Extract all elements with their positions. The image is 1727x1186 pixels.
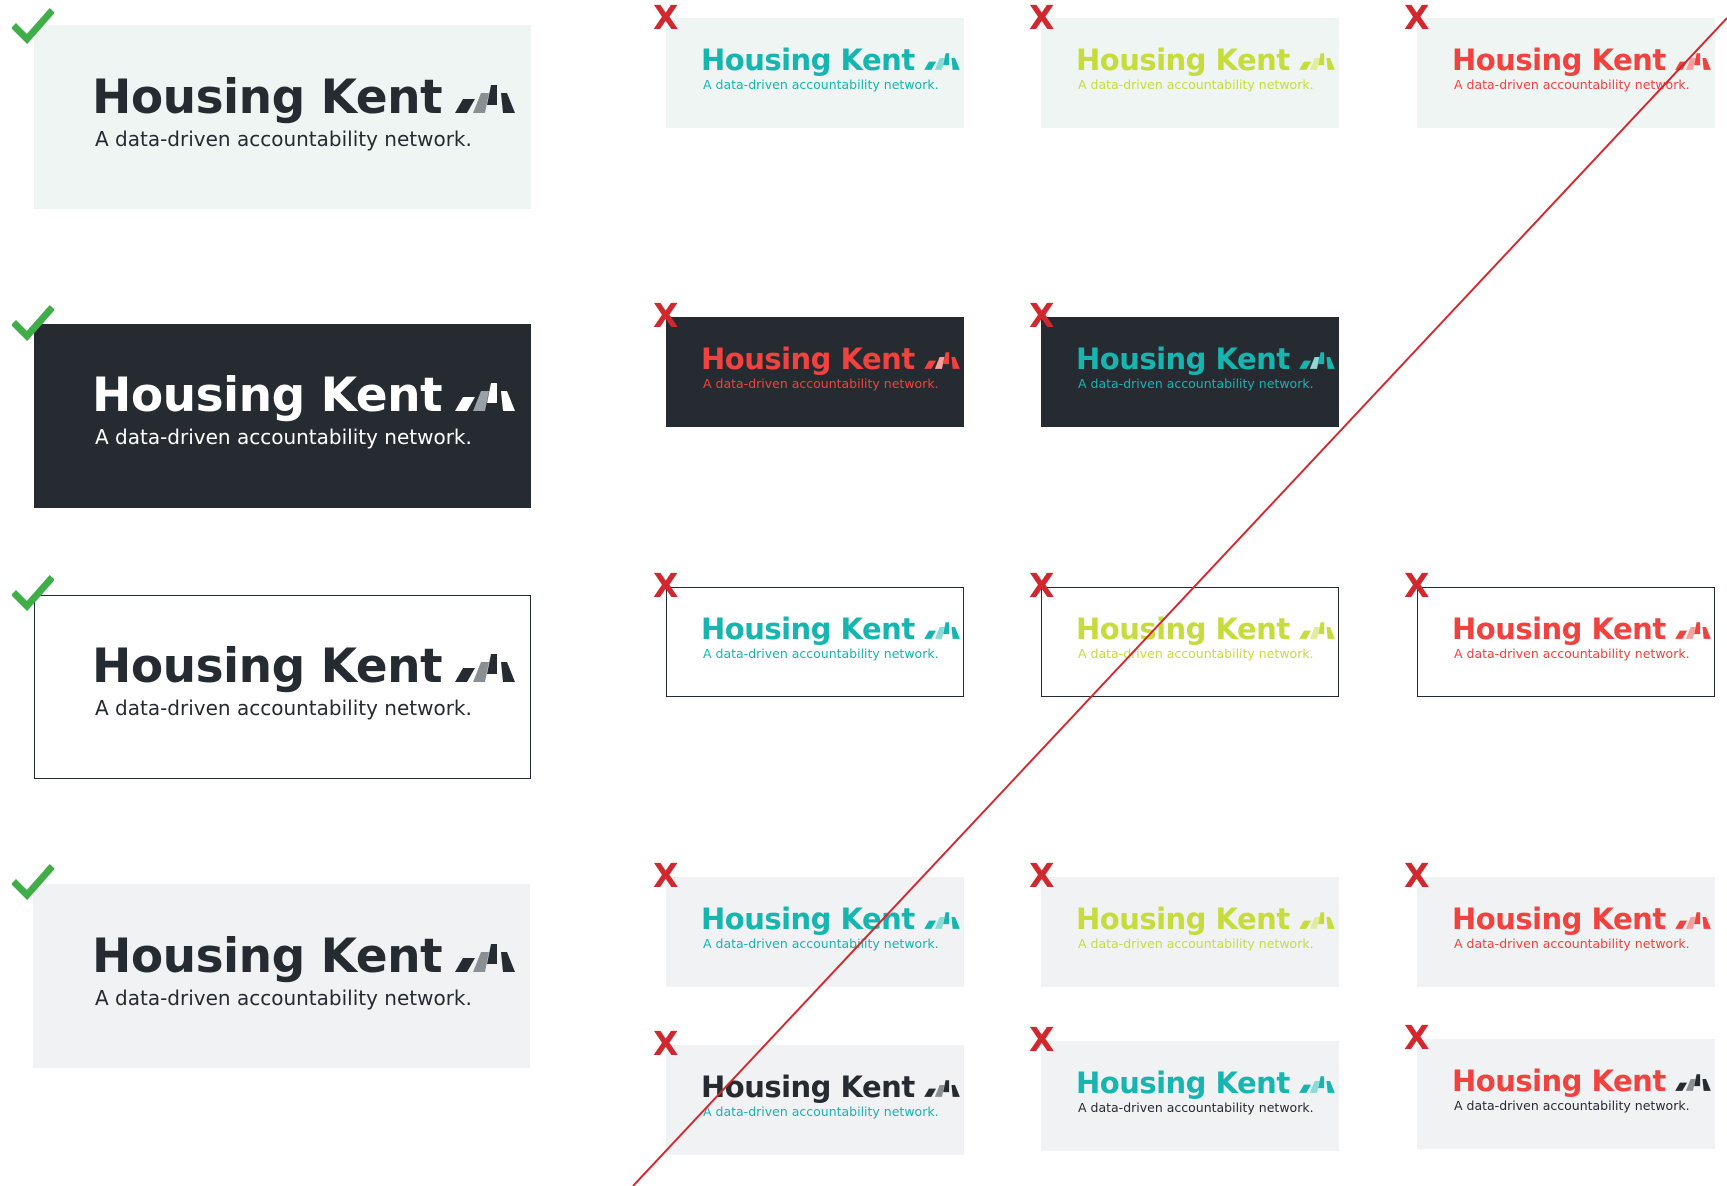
logo-mark-icon [1298, 53, 1335, 70]
x-icon: X [653, 856, 679, 895]
logo-mark-icon [923, 912, 960, 929]
logo-mark-icon [1298, 622, 1335, 639]
logo-mark-icon [455, 944, 516, 972]
logo-title: Housing Kent [92, 929, 443, 984]
x-icon: X [1029, 1020, 1055, 1059]
logo-mark-icon [1674, 912, 1711, 929]
logo: Housing Kent A data-driven accountabilit… [701, 342, 961, 391]
logo: Housing Kent A data-driven accountabilit… [1076, 612, 1336, 661]
logo-title: Housing Kent [1076, 342, 1290, 376]
logo: Housing Kent A data-driven accountabilit… [92, 70, 517, 151]
logo-title: Housing Kent [701, 43, 915, 77]
logo-mark-icon [923, 352, 960, 369]
logo: Housing Kent A data-driven accountabilit… [92, 368, 517, 449]
logo-tagline: A data-driven accountability network. [703, 646, 939, 661]
logo-title: Housing Kent [92, 368, 443, 423]
logo-mark-icon [923, 1080, 960, 1097]
logo-title: Housing Kent [1452, 43, 1666, 77]
check-icon [12, 8, 54, 44]
logo-tagline: A data-driven accountability network. [1078, 1100, 1314, 1115]
logo-tagline: A data-driven accountability network. [95, 425, 472, 449]
logo: Housing Kent A data-driven accountabilit… [1076, 1066, 1336, 1115]
logo-mark-icon [923, 622, 960, 639]
logo-mark-icon [1674, 622, 1711, 639]
x-icon: X [1029, 566, 1055, 605]
logo-tagline: A data-driven accountability network. [1454, 646, 1690, 661]
logo-tagline: A data-driven accountability network. [703, 376, 939, 391]
logo: Housing Kent A data-driven accountabilit… [1452, 43, 1712, 92]
logo-title: Housing Kent [1076, 902, 1290, 936]
x-icon: X [1029, 0, 1055, 37]
logo-title: Housing Kent [1452, 612, 1666, 646]
x-icon: X [1404, 566, 1430, 605]
logo-mark-icon [1674, 53, 1711, 70]
logo-mark-icon [1674, 1074, 1711, 1091]
logo: Housing Kent A data-driven accountabilit… [1076, 342, 1336, 391]
logo-mark-icon [455, 85, 516, 113]
logo-tagline: A data-driven accountability network. [703, 1104, 939, 1119]
x-icon: X [1404, 0, 1430, 37]
logo-title: Housing Kent [92, 639, 443, 694]
x-icon: X [1404, 856, 1430, 895]
logo-title: Housing Kent [1076, 1066, 1290, 1100]
logo-title: Housing Kent [1076, 43, 1290, 77]
logo: Housing Kent A data-driven accountabilit… [1452, 1064, 1712, 1113]
check-icon [12, 864, 54, 900]
logo-tagline: A data-driven accountability network. [95, 127, 472, 151]
logo-title: Housing Kent [92, 70, 443, 125]
logo-title: Housing Kent [701, 612, 915, 646]
logo-mark-icon [1298, 352, 1335, 369]
x-icon: X [1029, 856, 1055, 895]
logo-tagline: A data-driven accountability network. [1078, 376, 1314, 391]
logo-title: Housing Kent [701, 902, 915, 936]
logo-tagline: A data-driven accountability network. [1078, 936, 1314, 951]
logo-title: Housing Kent [1076, 612, 1290, 646]
logo-mark-icon [455, 654, 516, 682]
logo-title: Housing Kent [1452, 1064, 1666, 1098]
logo: Housing Kent A data-driven accountabilit… [92, 639, 517, 720]
logo: Housing Kent A data-driven accountabilit… [1452, 902, 1712, 951]
x-icon: X [653, 566, 679, 605]
logo-tagline: A data-driven accountability network. [1454, 936, 1690, 951]
logo-tagline: A data-driven accountability network. [1078, 646, 1314, 661]
x-icon: X [1404, 1018, 1430, 1057]
logo-tagline: A data-driven accountability network. [703, 936, 939, 951]
logo: Housing Kent A data-driven accountabilit… [1452, 612, 1712, 661]
logo-tagline: A data-driven accountability network. [1454, 77, 1690, 92]
logo-tagline: A data-driven accountability network. [95, 986, 472, 1010]
x-icon: X [653, 296, 679, 335]
logo: Housing Kent A data-driven accountabilit… [701, 902, 961, 951]
x-icon: X [653, 1024, 679, 1063]
logo: Housing Kent A data-driven accountabilit… [1076, 902, 1336, 951]
check-icon [12, 575, 54, 611]
logo-tagline: A data-driven accountability network. [1454, 1098, 1690, 1113]
check-icon [12, 305, 54, 341]
x-icon: X [653, 0, 679, 37]
logo-title: Housing Kent [701, 1070, 915, 1104]
logo-tagline: A data-driven accountability network. [1078, 77, 1314, 92]
logo-tagline: A data-driven accountability network. [95, 696, 472, 720]
logo-title: Housing Kent [1452, 902, 1666, 936]
logo: Housing Kent A data-driven accountabilit… [701, 43, 961, 92]
logo-mark-icon [1298, 912, 1335, 929]
logo-title: Housing Kent [701, 342, 915, 376]
logo-mark-icon [923, 53, 960, 70]
logo-mark-icon [455, 383, 516, 411]
logo-mark-icon [1298, 1076, 1335, 1093]
logo: Housing Kent A data-driven accountabilit… [701, 612, 961, 661]
logo: Housing Kent A data-driven accountabilit… [701, 1070, 961, 1119]
logo-tagline: A data-driven accountability network. [703, 77, 939, 92]
logo: Housing Kent A data-driven accountabilit… [92, 929, 517, 1010]
x-icon: X [1029, 296, 1055, 335]
logo: Housing Kent A data-driven accountabilit… [1076, 43, 1336, 92]
